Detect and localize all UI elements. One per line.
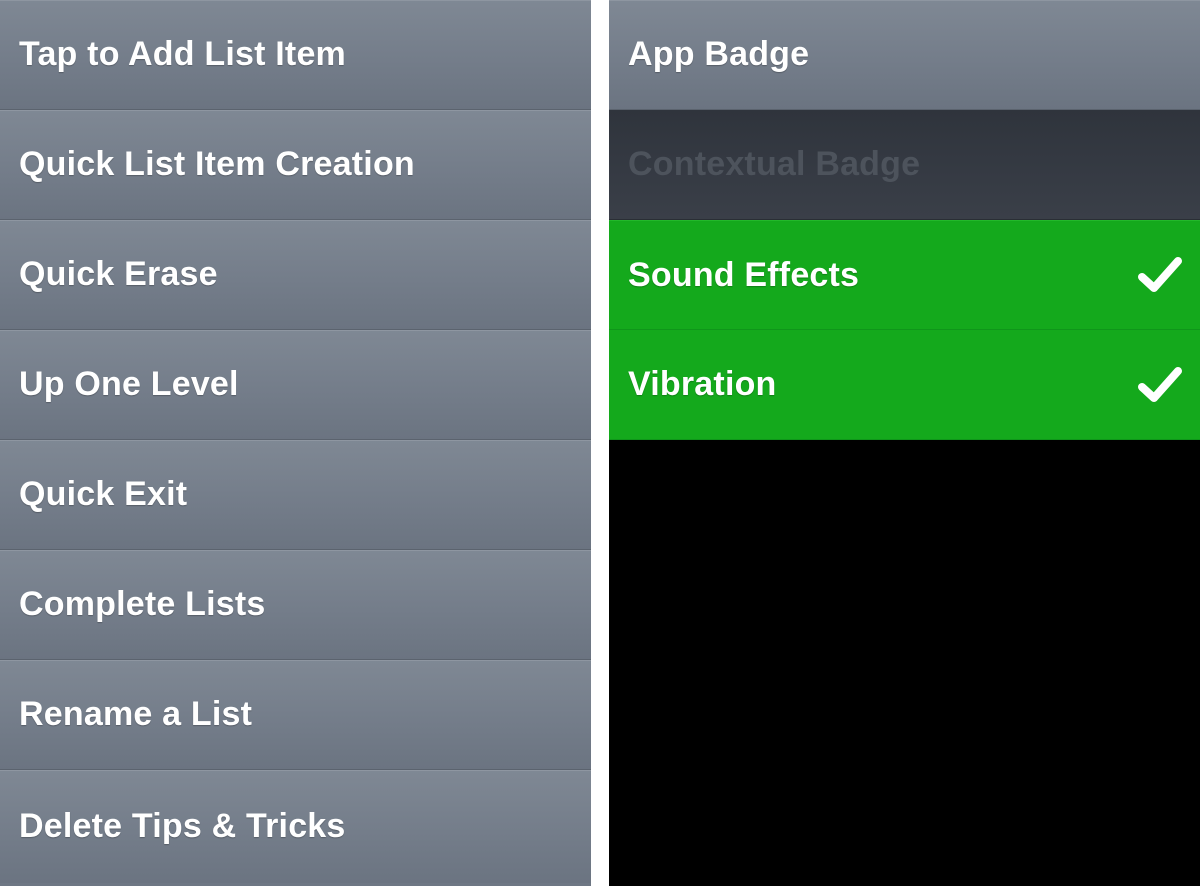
tips-and-tricks-screen: Tap to Add List Item Quick List Item Cre… [0, 0, 591, 886]
tip-item-label: Rename a List [19, 695, 253, 733]
setting-sound-effects[interactable]: Sound Effects [609, 220, 1200, 330]
tip-item-label: Delete Tips & Tricks [19, 807, 346, 845]
setting-label: App Badge [628, 35, 810, 73]
tip-item-quick-exit[interactable]: Quick Exit [0, 440, 591, 550]
checkmark-icon [1138, 257, 1182, 292]
tip-item-label: Up One Level [19, 365, 239, 403]
setting-label: Contextual Badge [628, 145, 921, 183]
tip-item-quick-creation[interactable]: Quick List Item Creation [0, 110, 591, 220]
tip-item-rename-list[interactable]: Rename a List [0, 660, 591, 770]
tip-item-label: Quick Exit [19, 475, 188, 513]
setting-label: Vibration [628, 365, 777, 403]
tip-item-label: Tap to Add List Item [19, 35, 346, 73]
settings-screen: App Badge Contextual Badge Sound Effects… [609, 0, 1200, 886]
tip-item-delete-tips[interactable]: Delete Tips & Tricks [0, 770, 591, 883]
setting-vibration[interactable]: Vibration [609, 330, 1200, 440]
tip-item-quick-erase[interactable]: Quick Erase [0, 220, 591, 330]
tip-item-label: Quick Erase [19, 255, 218, 293]
tip-item-tap-to-add[interactable]: Tap to Add List Item [0, 0, 591, 110]
tip-item-label: Complete Lists [19, 585, 266, 623]
tip-item-complete-lists[interactable]: Complete Lists [0, 550, 591, 660]
setting-app-badge[interactable]: App Badge [609, 0, 1200, 110]
tip-item-up-one-level[interactable]: Up One Level [0, 330, 591, 440]
setting-label: Sound Effects [628, 255, 860, 294]
tip-item-label: Quick List Item Creation [19, 145, 415, 183]
setting-contextual-badge: Contextual Badge [609, 110, 1200, 220]
checkmark-icon [1138, 366, 1182, 402]
